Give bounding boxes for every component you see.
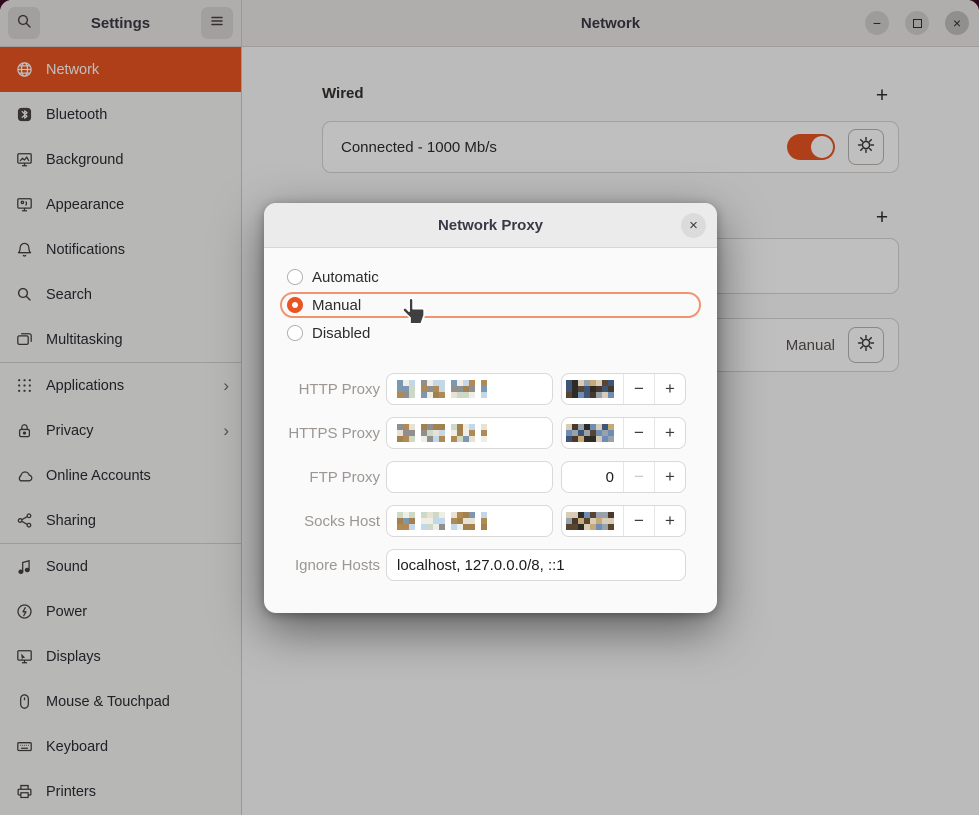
field-row-ignore-hosts: Ignore Hosts localhost, 127.0.0.0/8, ::1 bbox=[280, 549, 701, 581]
redacted-value bbox=[566, 380, 614, 398]
dialog-headerbar: Network Proxy × bbox=[264, 203, 717, 248]
redacted-value bbox=[566, 424, 614, 442]
field-row-socks-host: Socks Host −+ bbox=[280, 505, 701, 537]
proxy-method-disabled[interactable]: Disabled bbox=[280, 320, 701, 346]
field-label-ignore-hosts: Ignore Hosts bbox=[280, 557, 380, 574]
redacted-value bbox=[397, 424, 487, 442]
dialog-title: Network Proxy bbox=[438, 217, 543, 234]
field-row-http-proxy: HTTP Proxy −+ bbox=[280, 373, 701, 405]
dialog-body: AutomaticManualDisabled HTTP Proxy−+HTTP… bbox=[264, 248, 717, 581]
field-label-http-proxy: HTTP Proxy bbox=[280, 381, 380, 398]
socks-host-input[interactable] bbox=[386, 505, 553, 537]
plus-button[interactable]: + bbox=[655, 506, 685, 536]
minus-button[interactable]: − bbox=[624, 374, 654, 404]
http-proxy-port-value bbox=[562, 374, 623, 404]
https-proxy-port-spinner: −+ bbox=[561, 417, 686, 449]
redacted-value bbox=[566, 512, 614, 530]
redacted-value bbox=[397, 512, 487, 530]
http-proxy-port-spinner: −+ bbox=[561, 373, 686, 405]
field-label-socks-host: Socks Host bbox=[280, 513, 380, 530]
redacted-value bbox=[397, 380, 487, 398]
radio-label: Disabled bbox=[312, 325, 370, 342]
ftp-proxy-input[interactable] bbox=[386, 461, 553, 493]
port-text: 0 bbox=[606, 469, 614, 486]
plus-button[interactable]: + bbox=[655, 462, 685, 492]
socks-host-port-spinner: −+ bbox=[561, 505, 686, 537]
ignore-hosts-input[interactable]: localhost, 127.0.0.0/8, ::1 bbox=[386, 549, 686, 581]
minus-button[interactable]: − bbox=[624, 418, 654, 448]
proxy-fields: HTTP Proxy−+HTTPS Proxy−+FTP Proxy0−+Soc… bbox=[280, 373, 701, 581]
entry-text: localhost, 127.0.0.0/8, ::1 bbox=[397, 557, 565, 574]
radio-icon-manual[interactable] bbox=[287, 297, 303, 313]
radio-icon-disabled[interactable] bbox=[287, 325, 303, 341]
settings-window: Settings NetworkBluetoothBackgroundAppea… bbox=[0, 0, 979, 815]
field-label-ftp-proxy: FTP Proxy bbox=[280, 469, 380, 486]
ftp-proxy-port-value: 0 bbox=[562, 462, 623, 492]
dialog-close-button[interactable]: × bbox=[681, 213, 706, 238]
ftp-proxy-port-spinner: 0−+ bbox=[561, 461, 686, 493]
http-proxy-input[interactable] bbox=[386, 373, 553, 405]
minus-button[interactable]: − bbox=[624, 462, 654, 492]
field-label-https-proxy: HTTPS Proxy bbox=[280, 425, 380, 442]
radio-label: Manual bbox=[312, 297, 361, 314]
plus-button[interactable]: + bbox=[655, 418, 685, 448]
https-proxy-port-value bbox=[562, 418, 623, 448]
mouse-cursor bbox=[401, 296, 428, 332]
proxy-method-radio-group: Automatic Manual Disabled bbox=[280, 264, 701, 346]
field-row-ftp-proxy: FTP Proxy 0−+ bbox=[280, 461, 701, 493]
socks-host-port-value bbox=[562, 506, 623, 536]
minus-button[interactable]: − bbox=[624, 506, 654, 536]
proxy-method-manual[interactable]: Manual bbox=[280, 292, 701, 318]
network-proxy-dialog: Network Proxy × AutomaticManualDisabled … bbox=[264, 203, 717, 613]
radio-label: Automatic bbox=[312, 269, 379, 286]
field-row-https-proxy: HTTPS Proxy −+ bbox=[280, 417, 701, 449]
proxy-method-automatic[interactable]: Automatic bbox=[280, 264, 701, 290]
plus-button[interactable]: + bbox=[655, 374, 685, 404]
https-proxy-input[interactable] bbox=[386, 417, 553, 449]
radio-icon-automatic[interactable] bbox=[287, 269, 303, 285]
